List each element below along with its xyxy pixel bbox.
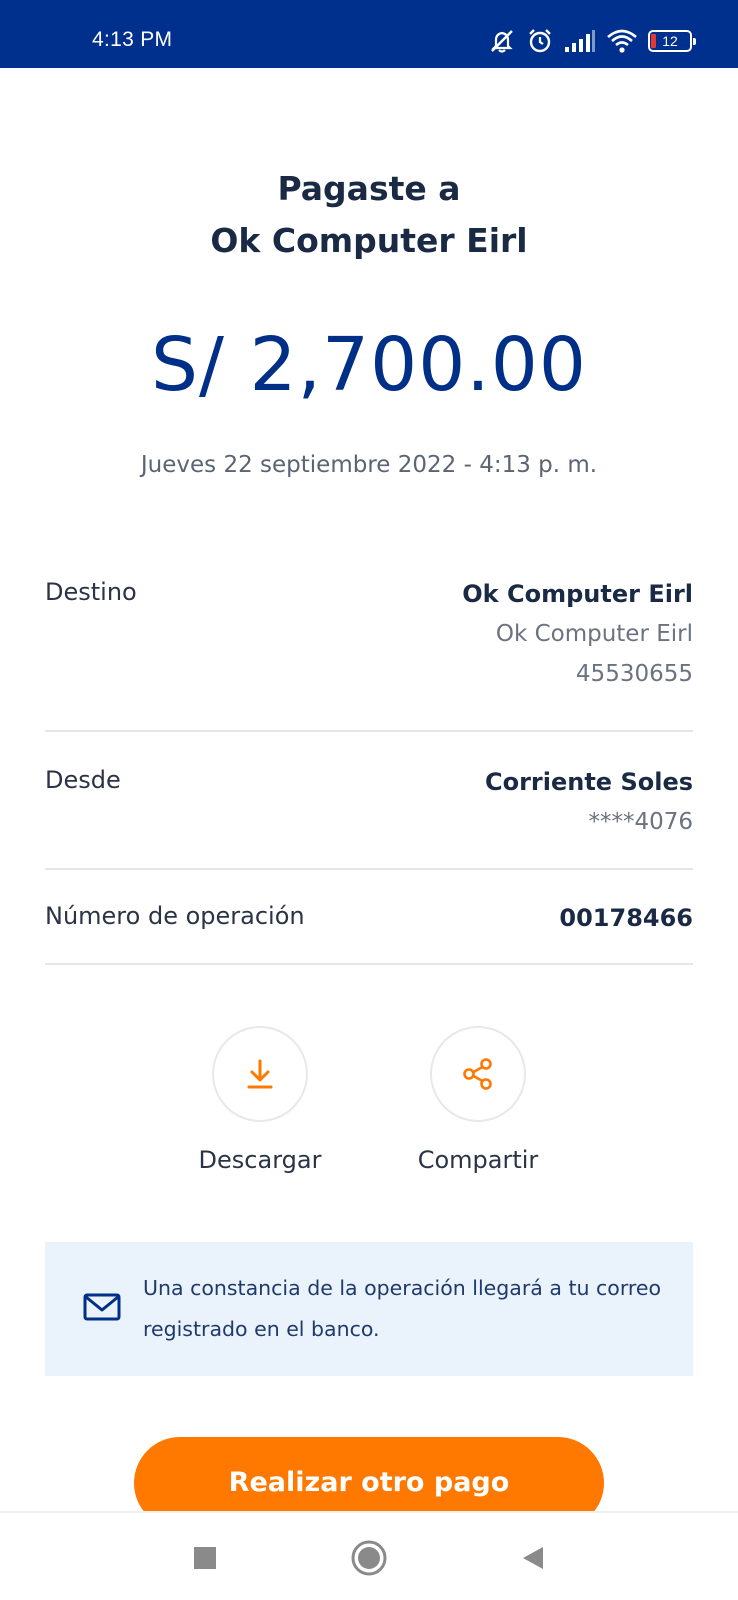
wifi-icon <box>607 29 637 53</box>
circle-icon <box>351 1540 387 1576</box>
download-icon <box>247 1059 273 1089</box>
divider <box>45 730 693 732</box>
square-icon <box>194 1547 216 1569</box>
divider <box>45 963 693 965</box>
battery-indicator: 12 <box>648 30 696 52</box>
destino-subname: Ok Computer Eirl <box>495 621 693 647</box>
download-button[interactable] <box>212 1026 308 1122</box>
share-label[interactable]: Compartir <box>403 1146 553 1174</box>
email-notice-box: Una constancia de la operación llegará a… <box>45 1242 693 1376</box>
divider <box>45 868 693 870</box>
bell-off-icon <box>491 30 513 53</box>
operacion-values: 00178466 <box>559 898 693 938</box>
desde-account: Corriente Soles <box>484 768 693 796</box>
payment-amount: S/ 2,700.00 <box>151 322 587 408</box>
email-notice-text: Una constancia de la operación llegará a… <box>143 1276 662 1341</box>
operacion-row: Número de operación 00178466 <box>45 898 693 938</box>
share-button[interactable] <box>430 1026 526 1122</box>
destino-name: Ok Computer Eirl <box>462 580 693 608</box>
destino-row: Destino Ok Computer Eirl Ok Computer Eir… <box>45 574 693 694</box>
signal-icon <box>565 30 595 52</box>
share-icon <box>463 1058 492 1090</box>
download-label[interactable]: Descargar <box>185 1146 335 1174</box>
desde-label: Desde <box>45 766 121 794</box>
payment-title: Pagaste a <box>277 169 461 208</box>
system-navigation-bar <box>0 1511 738 1600</box>
operacion-number: 00178466 <box>559 904 693 932</box>
back-triangle-icon <box>523 1547 543 1569</box>
desde-row: Desde Corriente Soles ****4076 <box>45 762 693 842</box>
desde-masked-number: ****4076 <box>588 809 693 835</box>
operacion-label: Número de operación <box>45 902 305 930</box>
back-button[interactable] <box>508 1533 558 1583</box>
status-time: 4:13 PM <box>92 28 173 51</box>
share-action[interactable]: Compartir <box>403 1026 553 1174</box>
payment-date: Jueves 22 septiembre 2022 - 4:13 p. m. <box>140 452 598 478</box>
recents-button[interactable] <box>180 1533 230 1583</box>
payee-name-title: Ok Computer Eirl <box>210 221 528 260</box>
status-bar: 4:13 PM 12 <box>0 0 738 68</box>
desde-values: Corriente Soles ****4076 <box>485 762 693 842</box>
home-button[interactable] <box>344 1533 394 1583</box>
alarm-icon <box>529 29 551 53</box>
destino-values: Ok Computer Eirl Ok Computer Eirl 455306… <box>462 574 693 694</box>
destino-label: Destino <box>45 578 137 606</box>
envelope-icon <box>83 1293 121 1321</box>
destino-number: 45530655 <box>575 661 693 687</box>
download-action[interactable]: Descargar <box>185 1026 335 1174</box>
status-icons: 12 <box>488 26 696 56</box>
